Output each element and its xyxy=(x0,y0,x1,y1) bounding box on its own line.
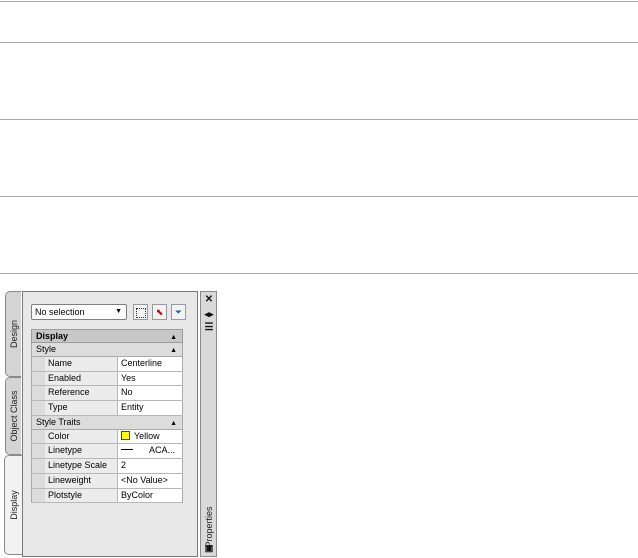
collapse-icon[interactable]: ▲ xyxy=(170,345,177,357)
tab-design[interactable]: Design xyxy=(5,291,21,377)
property-row[interactable]: Reference No xyxy=(31,386,183,402)
property-label: Type xyxy=(45,401,118,415)
color-swatch-icon xyxy=(121,430,130,440)
property-row[interactable]: Type Entity xyxy=(31,401,183,416)
property-label: Linetype xyxy=(45,444,118,459)
property-value[interactable]: Yes xyxy=(118,371,183,386)
section-header-style[interactable]: Style ▲ xyxy=(31,343,183,357)
property-value[interactable]: No xyxy=(118,386,183,401)
property-grid: Display ▲ Style ▲ Name Centerline Enable… xyxy=(31,329,183,504)
property-row[interactable]: Linetype Scale 2 xyxy=(31,459,183,474)
property-value[interactable]: ACA... xyxy=(118,444,183,459)
auto-hide-icon[interactable]: ◂▸ xyxy=(203,309,215,319)
palette-title: Properties xyxy=(204,506,214,548)
divider-line xyxy=(0,119,638,120)
chevron-down-icon: ▼ xyxy=(115,308,122,315)
property-value[interactable]: Centerline xyxy=(118,357,183,371)
divider-line xyxy=(0,196,638,197)
close-icon[interactable]: ✕ xyxy=(203,295,215,305)
select-objects-button[interactable]: ⬉ xyxy=(152,304,167,320)
divider-line xyxy=(0,273,638,274)
properties-menu-icon[interactable]: ☰ xyxy=(203,323,215,333)
property-row[interactable]: Plotstyle ByColor xyxy=(31,488,183,504)
property-row[interactable]: Color Yellow xyxy=(31,429,183,445)
collapse-icon[interactable]: ▲ xyxy=(170,418,177,430)
property-label: Plotstyle xyxy=(45,488,118,503)
property-value[interactable]: Yellow xyxy=(118,429,183,444)
property-row[interactable]: Name Centerline xyxy=(31,357,183,372)
bottom-icon[interactable]: ▣ xyxy=(203,543,215,553)
section-header-style-traits[interactable]: Style Traits ▲ xyxy=(31,415,183,430)
selection-dropdown[interactable]: No selection ▼ xyxy=(31,304,127,320)
select-objects-icon: ⬉ xyxy=(155,307,164,317)
property-value[interactable]: ByColor xyxy=(118,488,183,503)
palette-tabs: Design Object Class Display xyxy=(3,291,23,557)
property-label: Linetype Scale xyxy=(45,459,118,473)
linetype-sample-icon xyxy=(121,449,133,451)
category-header-display[interactable]: Display ▲ xyxy=(31,329,183,343)
property-row[interactable]: Enabled Yes xyxy=(31,371,183,387)
quick-select-icon xyxy=(135,308,146,318)
property-label: Lineweight xyxy=(45,473,118,488)
divider-line xyxy=(0,42,638,43)
tab-display[interactable]: Display xyxy=(4,455,22,555)
divider-line xyxy=(0,1,638,2)
property-row[interactable]: Linetype ACA... xyxy=(31,444,183,460)
tab-object-class[interactable]: Object Class xyxy=(5,377,21,455)
filter-icon: ⏷ xyxy=(174,307,183,317)
property-value[interactable]: <No Value> xyxy=(118,473,183,488)
properties-palette: Design Object Class Display No selection… xyxy=(3,291,217,557)
property-row[interactable]: Lineweight <No Value> xyxy=(31,473,183,489)
property-label: Color xyxy=(45,429,118,444)
filter-button[interactable]: ⏷ xyxy=(171,304,186,320)
property-label: Reference xyxy=(45,386,118,401)
property-label: Enabled xyxy=(45,371,118,386)
palette-content: No selection ▼ ⬉ ⏷ Display ▲ Style ▲ Nam… xyxy=(22,291,198,557)
property-value[interactable]: Entity xyxy=(118,401,183,415)
palette-titlebar[interactable]: ✕ ◂▸ ☰ Properties ▣ xyxy=(200,291,217,557)
quick-select-button[interactable] xyxy=(133,304,148,320)
property-label: Name xyxy=(45,357,118,371)
property-value[interactable]: 2 xyxy=(118,459,183,473)
